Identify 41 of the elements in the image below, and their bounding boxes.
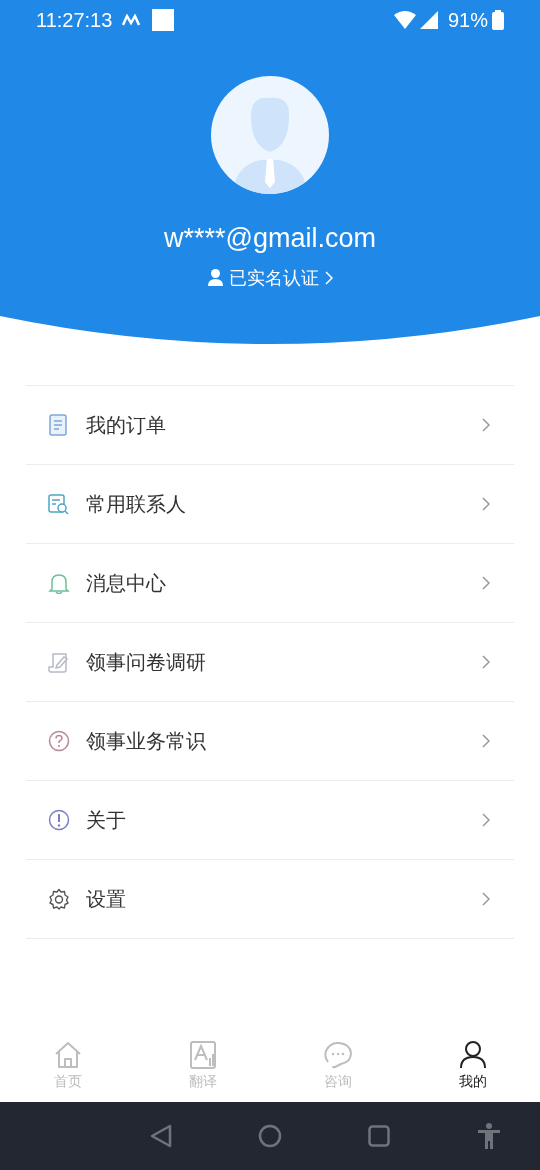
bell-icon — [48, 572, 70, 594]
user-email: w****@gmail.com — [164, 222, 376, 255]
menu-item[interactable]: 常用联系人 — [26, 465, 514, 544]
exclamation-icon — [48, 809, 70, 831]
pen-paper-icon — [48, 651, 70, 673]
chevron-right-icon — [482, 655, 490, 669]
chevron-right-icon — [482, 813, 490, 827]
home-button-icon[interactable] — [258, 1124, 282, 1148]
nav-tab[interactable]: 我的 — [405, 1038, 540, 1102]
menu-item[interactable]: 消息中心 — [26, 544, 514, 623]
menu-item[interactable]: 我的订单 — [26, 386, 514, 465]
person-icon — [457, 1040, 488, 1070]
app-notification-icon — [122, 14, 143, 26]
question-icon — [48, 730, 70, 752]
chevron-right-icon — [482, 892, 490, 906]
chevron-right-icon — [482, 497, 490, 511]
back-icon[interactable] — [150, 1124, 172, 1148]
status-time: 11:27:13 — [36, 8, 113, 33]
translate-icon — [187, 1040, 218, 1070]
person-icon — [207, 269, 223, 286]
menu-item[interactable]: 设置 — [26, 860, 514, 939]
chevron-right-icon — [482, 418, 490, 432]
menu-item[interactable]: 领事问卷调研 — [26, 623, 514, 702]
document-search-icon — [48, 493, 70, 515]
menu-item[interactable]: 关于 — [26, 781, 514, 860]
recents-icon[interactable] — [368, 1125, 390, 1147]
chevron-right-icon — [482, 734, 490, 748]
menu-item[interactable]: 领事业务常识 — [26, 702, 514, 781]
verification-link[interactable]: 已实名认证 — [207, 264, 333, 291]
settings-icon — [48, 888, 70, 910]
notification-square-icon — [152, 9, 175, 31]
chat-bubble-icon — [322, 1040, 353, 1070]
chevron-right-icon — [482, 576, 490, 590]
wifi-icon — [393, 11, 416, 29]
battery-percent: 91% — [447, 8, 488, 33]
avatar-icon — [211, 76, 329, 194]
accessibility-icon[interactable] — [478, 1123, 500, 1149]
battery-icon — [492, 10, 504, 30]
signal-icon — [419, 11, 438, 29]
document-icon — [48, 414, 70, 436]
chevron-right-icon — [324, 270, 333, 285]
